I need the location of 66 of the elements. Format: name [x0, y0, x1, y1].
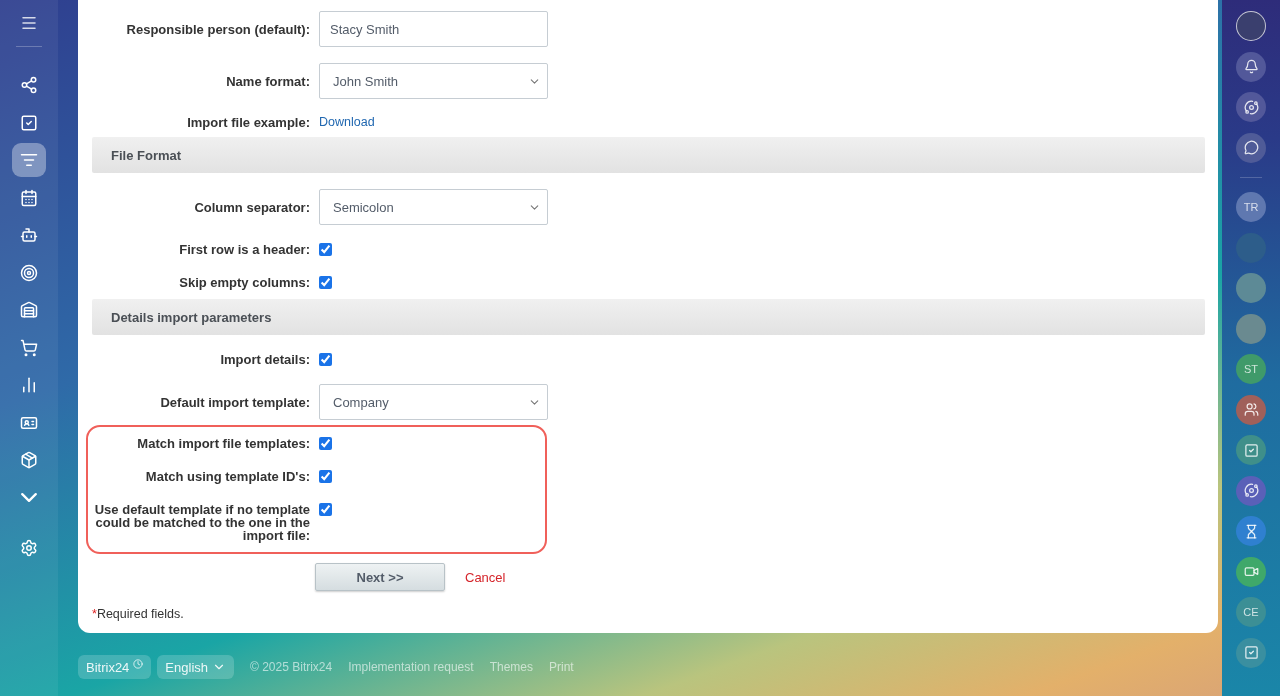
people-icon [1243, 402, 1259, 417]
checkbox[interactable] [319, 470, 332, 483]
chat-icon [1243, 140, 1259, 155]
field-label: Match using template ID's: [144, 470, 310, 483]
sidebar-icon-button[interactable] [1236, 556, 1266, 587]
sidebar-icon-button[interactable] [1236, 475, 1266, 506]
warehouse-icon [20, 301, 38, 319]
bar-chart-icon [20, 376, 38, 394]
footer-link[interactable]: © 2025 Bitrix24 [250, 660, 333, 674]
nodes-icon [20, 76, 38, 94]
orbit-icon [1243, 99, 1259, 115]
next-button[interactable]: Next >> [315, 563, 445, 591]
field-label: First row is a header: [178, 243, 310, 256]
filter-icon [20, 151, 38, 169]
language-button[interactable]: English [157, 655, 234, 679]
bell-icon [1243, 59, 1259, 74]
field-label: Match import file templates: [136, 437, 310, 450]
field-label: Import file example: [186, 115, 310, 129]
chevron-down-icon [21, 493, 37, 502]
field-label: Import details: [219, 353, 310, 366]
clock-icon [133, 659, 144, 669]
checkbox-square-icon [1243, 442, 1259, 458]
field-label: Default import template: [159, 395, 310, 409]
sidebar-icon-button[interactable] [1236, 394, 1266, 425]
package-icon [20, 451, 38, 469]
cart-icon [20, 338, 38, 357]
avatar-initials[interactable]: ST [1236, 354, 1266, 384]
checkbox-square-icon [1243, 645, 1259, 660]
avatar-initials[interactable]: CE [1236, 597, 1266, 627]
cancel-link[interactable]: Cancel [465, 569, 506, 585]
avatar-placeholder[interactable] [1236, 11, 1266, 41]
calendar-icon [20, 188, 38, 207]
robot-icon [20, 226, 38, 244]
dropdown[interactable]: Semicolon [319, 189, 548, 225]
checkbox[interactable] [319, 503, 332, 516]
section-header: Details import parameters [92, 299, 1205, 335]
orbit-icon [1243, 483, 1259, 498]
download-link[interactable]: Download [319, 115, 1205, 129]
checkbox[interactable] [319, 276, 332, 289]
footer-link[interactable]: Themes [489, 660, 533, 674]
brand-button[interactable]: Bitrix24 [78, 655, 152, 679]
footer-link[interactable]: Implementation request [348, 660, 474, 674]
dropdown[interactable]: Company [319, 384, 548, 420]
text-field[interactable]: Stacy Smith [319, 11, 548, 47]
section-header: File Format [92, 137, 1205, 173]
menu-icon [20, 14, 38, 32]
sidebar-icon-button[interactable] [1236, 51, 1266, 82]
avatar-initials[interactable]: TR [1236, 192, 1266, 222]
video-camera-icon [1243, 564, 1259, 579]
settings-icon [20, 539, 38, 557]
checkbox[interactable] [319, 353, 332, 366]
dropdown[interactable]: John Smith [319, 63, 548, 99]
field-label: Name format: [225, 74, 310, 88]
field-label: Skip empty columns: [178, 276, 310, 289]
sidebar-icon-button[interactable] [1236, 132, 1266, 163]
field-label: Use default template if no template could be matched to the one in the import file: [93, 503, 310, 542]
field-label: Responsible person (default): [125, 22, 310, 36]
required-note: *Required fields. [92, 607, 185, 621]
checkbox[interactable] [319, 437, 332, 450]
target-icon [20, 263, 38, 282]
field-label: Column separator: [193, 200, 310, 214]
checkbox[interactable] [319, 243, 332, 256]
checkbox-square-icon [20, 113, 38, 132]
sidebar-icon-button[interactable] [1236, 516, 1266, 546]
sidebar-icon-button[interactable] [1236, 92, 1266, 122]
sidebar-item[interactable] [12, 143, 46, 177]
